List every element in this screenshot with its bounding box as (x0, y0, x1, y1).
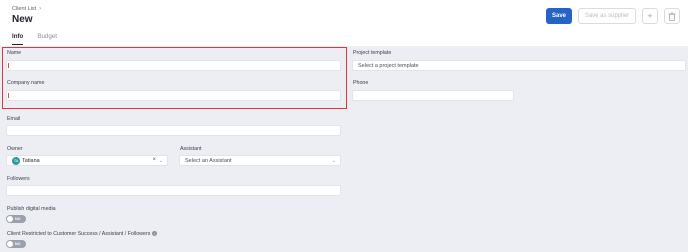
name-label: Name (7, 50, 22, 56)
avatar: TA (12, 156, 20, 165)
plus-icon: + (647, 11, 653, 21)
owner-value: Tatiana (22, 157, 40, 164)
assistant-placeholder: Select an Assistant (185, 157, 232, 164)
phone-input[interactable] (352, 90, 514, 101)
chevron-down-icon: ⌄ (158, 158, 163, 164)
assistant-select[interactable]: Select an Assistant ⌄ (179, 155, 341, 166)
chevron-right-icon: › (39, 6, 42, 12)
tab-info[interactable]: Info (12, 33, 24, 45)
followers-input[interactable] (6, 185, 341, 196)
name-input[interactable] (6, 60, 341, 71)
chevron-down-icon: ⌄ (331, 158, 336, 164)
trash-icon (668, 11, 676, 21)
followers-label: Followers (7, 176, 30, 182)
publish-digital-media-label: Publish digital media (7, 206, 56, 212)
owner-label: Owner (7, 146, 23, 152)
breadcrumb: Client List › (12, 6, 41, 12)
toggle-knob (7, 216, 13, 222)
project-template-select[interactable]: Select a project template (352, 60, 686, 71)
company-name-input[interactable] (6, 90, 341, 101)
phone-label: Phone (353, 80, 369, 86)
breadcrumb-link-client-list[interactable]: Client List (12, 6, 36, 12)
page-title: New (12, 14, 33, 25)
delete-button[interactable] (664, 8, 680, 24)
project-template-label: Project template (353, 50, 392, 56)
save-as-supplier-button[interactable]: Save as supplier (578, 8, 636, 24)
assistant-label: Assistant (180, 146, 202, 152)
company-name-label: Company name (7, 80, 45, 86)
tab-budget[interactable]: Budget (37, 33, 57, 45)
toggle-knob (7, 241, 13, 247)
info-icon[interactable]: i (152, 231, 158, 237)
tab-bar: Info Budget (12, 33, 57, 45)
save-button[interactable]: Save (546, 8, 572, 24)
client-restricted-label: Client Restricted to Customer Success / … (7, 231, 158, 237)
owner-select[interactable]: TA Tatiana × ⌄ (6, 155, 168, 166)
email-label: Email (7, 116, 21, 122)
client-restricted-label-text: Client Restricted to Customer Success / … (7, 231, 151, 237)
add-button[interactable]: + (642, 8, 658, 24)
publish-digital-media-toggle[interactable]: NO (6, 215, 26, 223)
header-actions: Save Save as supplier + (546, 8, 680, 24)
page-header: Client List › New Info Budget Save Save … (0, 0, 688, 46)
clear-icon[interactable]: × (152, 157, 156, 163)
email-input[interactable] (6, 125, 341, 136)
client-restricted-toggle[interactable]: NO (6, 240, 26, 248)
toggle-text: NO (15, 242, 21, 246)
toggle-text: NO (15, 217, 21, 221)
project-template-placeholder: Select a project template (358, 62, 419, 69)
